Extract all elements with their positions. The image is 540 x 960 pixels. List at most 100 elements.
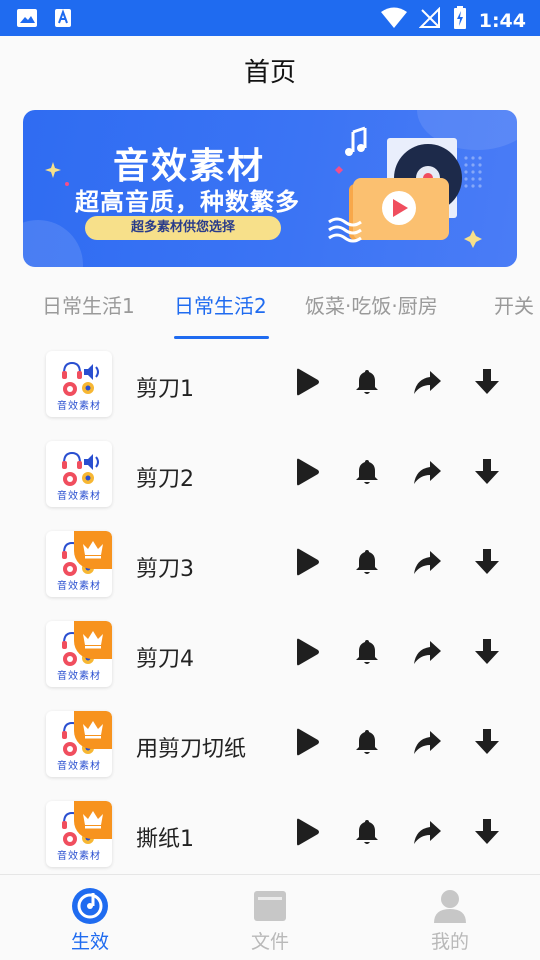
nav-label-effects: 生效 <box>70 931 109 953</box>
bell-icon <box>352 820 382 851</box>
sound-thumbnail: 音效素材 <box>46 711 112 777</box>
play-icon <box>292 818 322 851</box>
bottom-nav: 生效 文件 我的 <box>0 874 540 960</box>
bell-icon <box>352 460 382 491</box>
no-signal-icon <box>418 6 441 34</box>
play-icon <box>292 458 322 491</box>
download-button[interactable] <box>472 367 502 397</box>
play-button[interactable] <box>292 637 322 667</box>
banner-pill: 超多素材供您选择 <box>85 216 281 240</box>
sound-thumbnail: 音效素材 <box>46 621 112 687</box>
share-button[interactable] <box>412 547 442 577</box>
share-icon <box>412 821 442 851</box>
play-icon <box>292 548 322 581</box>
thumbnail-caption: 音效素材 <box>57 581 101 592</box>
sound-thumbnail: 音效素材 <box>46 441 112 507</box>
sound-name: 撕纸1 <box>136 827 194 852</box>
share-button[interactable] <box>412 817 442 847</box>
sound-row[interactable]: 音效素材 用剪刀切纸 <box>0 700 540 790</box>
image-icon <box>16 8 38 32</box>
vip-crown-badge <box>74 801 112 839</box>
download-icon <box>472 369 502 401</box>
bell-icon <box>352 550 382 581</box>
sound-thumbnail: 音效素材 <box>46 531 112 597</box>
nav-label-mine: 我的 <box>430 931 469 953</box>
set-ringtone-button[interactable] <box>352 637 382 667</box>
share-icon <box>412 461 442 491</box>
share-button[interactable] <box>412 457 442 487</box>
sound-thumbnail: 音效素材 <box>46 351 112 417</box>
download-button[interactable] <box>472 727 502 757</box>
download-button[interactable] <box>472 637 502 667</box>
share-icon <box>412 371 442 401</box>
nav-label-files: 文件 <box>250 931 289 953</box>
sound-name: 剪刀3 <box>136 557 194 582</box>
sparkle-icon <box>45 162 69 186</box>
sound-name: 剪刀1 <box>136 377 194 402</box>
sound-row[interactable]: 音效素材 剪刀1 <box>0 340 540 430</box>
play-icon <box>292 368 322 401</box>
thumbnail-caption: 音效素材 <box>57 761 101 772</box>
nav-item-files[interactable]: 文件 <box>180 875 360 960</box>
text-a-icon <box>54 8 72 32</box>
sound-row[interactable]: 音效素材 撕纸1 <box>0 790 540 880</box>
music-disc-icon <box>72 888 108 924</box>
sound-row[interactable]: 音效素材 剪刀3 <box>0 520 540 610</box>
set-ringtone-button[interactable] <box>352 367 382 397</box>
tab-switch[interactable]: 开关 <box>494 290 534 319</box>
nav-item-effects[interactable]: 生效 <box>0 875 180 960</box>
play-icon <box>292 638 322 671</box>
nav-item-mine[interactable]: 我的 <box>360 875 540 960</box>
share-icon <box>412 641 442 671</box>
folder-icon <box>254 891 286 921</box>
sound-row[interactable]: 音效素材 剪刀4 <box>0 610 540 700</box>
clock: 1:44 <box>478 9 526 32</box>
download-icon <box>472 819 502 851</box>
play-button[interactable] <box>292 457 322 487</box>
sound-name: 剪刀2 <box>136 467 194 492</box>
set-ringtone-button[interactable] <box>352 727 382 757</box>
share-button[interactable] <box>412 727 442 757</box>
set-ringtone-button[interactable] <box>352 457 382 487</box>
page-title: 首页 <box>243 58 296 88</box>
play-button[interactable] <box>292 367 322 397</box>
user-icon <box>434 890 466 923</box>
bell-icon <box>352 370 382 401</box>
play-button[interactable] <box>292 727 322 757</box>
banner-subtitle: 超高音质，种数繁多 <box>75 188 300 216</box>
play-button[interactable] <box>292 817 322 847</box>
bell-icon <box>352 640 382 671</box>
download-icon <box>472 549 502 581</box>
vip-crown-badge <box>74 531 112 569</box>
set-ringtone-button[interactable] <box>352 547 382 577</box>
share-button[interactable] <box>412 367 442 397</box>
thumbnail-caption: 音效素材 <box>57 491 101 502</box>
download-icon <box>472 729 502 761</box>
download-button[interactable] <box>472 547 502 577</box>
bell-icon <box>352 730 382 761</box>
download-icon <box>472 459 502 491</box>
vip-crown-badge <box>74 711 112 749</box>
download-button[interactable] <box>472 457 502 487</box>
thumbnail-caption: 音效素材 <box>57 851 101 862</box>
share-icon <box>412 731 442 761</box>
download-button[interactable] <box>472 817 502 847</box>
status-bar: 1:44 <box>0 0 540 36</box>
set-ringtone-button[interactable] <box>352 817 382 847</box>
banner-illustration-icon <box>328 126 482 248</box>
sound-name: 剪刀4 <box>136 647 194 672</box>
promo-banner[interactable]: 音效素材 超高音质，种数繁多 超多素材供您选择 <box>23 110 517 267</box>
share-icon <box>412 551 442 581</box>
sound-thumbnail: 音效素材 <box>46 801 112 867</box>
play-icon <box>292 728 322 761</box>
thumbnail-caption: 音效素材 <box>57 671 101 682</box>
vip-crown-badge <box>74 621 112 659</box>
tab-daily-life-1[interactable]: 日常生活1 <box>42 290 135 319</box>
sound-row[interactable]: 音效素材 剪刀2 <box>0 430 540 520</box>
play-button[interactable] <box>292 547 322 577</box>
share-button[interactable] <box>412 637 442 667</box>
tab-food-kitchen[interactable]: 饭菜·吃饭·厨房 <box>305 290 438 319</box>
thumbnail-caption: 音效素材 <box>57 401 101 412</box>
tab-daily-life-2[interactable]: 日常生活2 <box>174 290 267 319</box>
battery-charging-icon <box>453 6 467 35</box>
